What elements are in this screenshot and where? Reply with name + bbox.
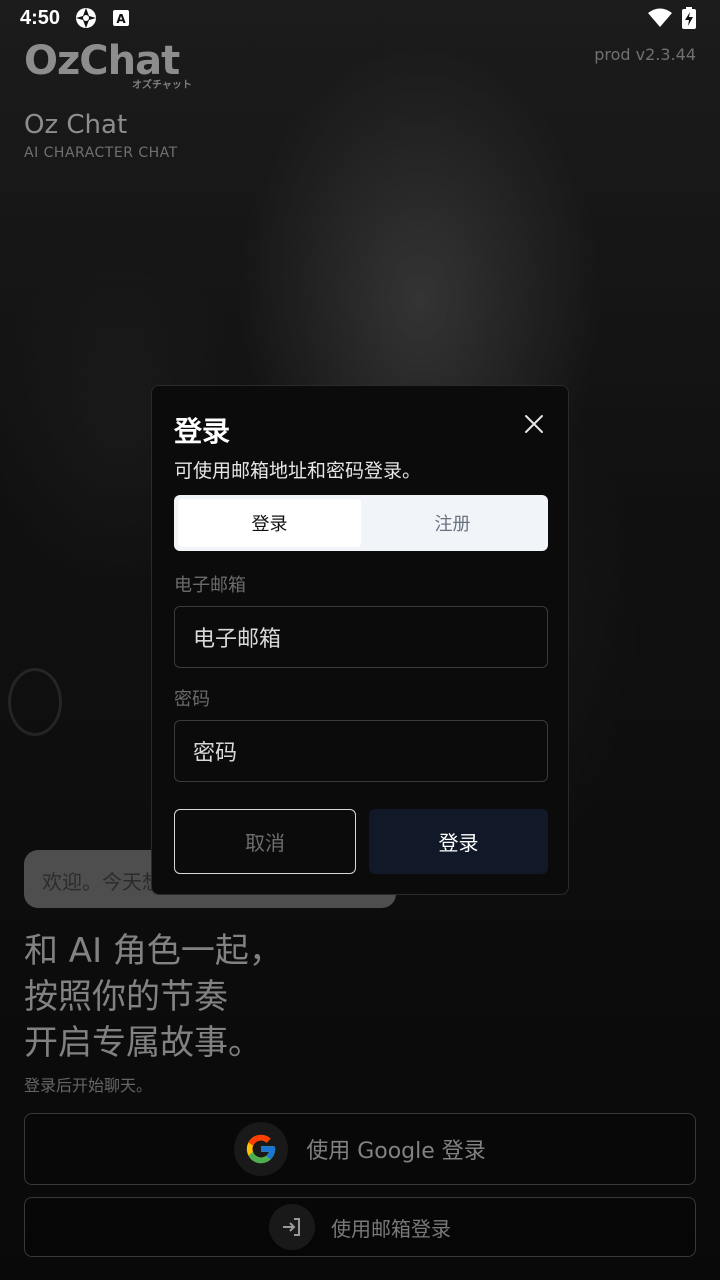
tab-login[interactable]: 登录 [178, 499, 361, 547]
google-login-button[interactable]: 使用 Google 登录 [24, 1113, 696, 1185]
status-time: 4:50 [20, 6, 61, 29]
tagline-line: 按照你的节奏 [24, 977, 228, 1017]
email-field[interactable]: 电子邮箱 [174, 606, 548, 668]
submit-login-button[interactable]: 登录 [369, 809, 548, 874]
app-logo-subtext: オズチャット [132, 80, 192, 91]
cancel-button[interactable]: 取消 [174, 809, 356, 874]
battery-charging-icon [682, 7, 696, 29]
status-bar: 4:50 A [0, 0, 720, 36]
auth-tabs: 登录 注册 [174, 495, 548, 551]
tagline-line: 开启专属故事。 [24, 1023, 262, 1063]
tab-register[interactable]: 注册 [361, 499, 544, 547]
dialog-description: 可使用邮箱地址和密码登录。 [174, 460, 422, 482]
password-label: 密码 [174, 689, 210, 710]
google-login-label: 使用 Google 登录 [306, 1139, 486, 1164]
app-subtitle: AI CHARACTER CHAT [24, 145, 178, 161]
google-icon [234, 1122, 289, 1176]
login-dialog: 登录 可使用邮箱地址和密码登录。 登录 注册 电子邮箱 电子邮箱 密码 密码 取… [151, 385, 569, 895]
font-a-icon: A [112, 9, 130, 27]
login-hint: 登录后开始聊天。 [24, 1076, 153, 1095]
app-title: Oz Chat [24, 110, 128, 140]
password-field[interactable]: 密码 [174, 720, 548, 782]
email-label: 电子邮箱 [174, 575, 246, 596]
tagline: 和 AI 角色一起， 按照你的节奏 开启专属故事。 [24, 928, 283, 1066]
svg-text:A: A [116, 12, 126, 26]
wifi-icon [648, 8, 672, 28]
login-arrow-icon [269, 1204, 315, 1250]
dialog-title: 登录 [174, 415, 231, 448]
email-login-button[interactable]: 使用邮箱登录 [24, 1197, 696, 1257]
aperture-icon [74, 6, 98, 30]
version-label: prod v2.3.44 [594, 45, 696, 64]
email-login-label: 使用邮箱登录 [331, 1216, 451, 1241]
close-icon[interactable] [522, 412, 546, 436]
tagline-line: 和 AI 角色一起， [24, 931, 283, 971]
